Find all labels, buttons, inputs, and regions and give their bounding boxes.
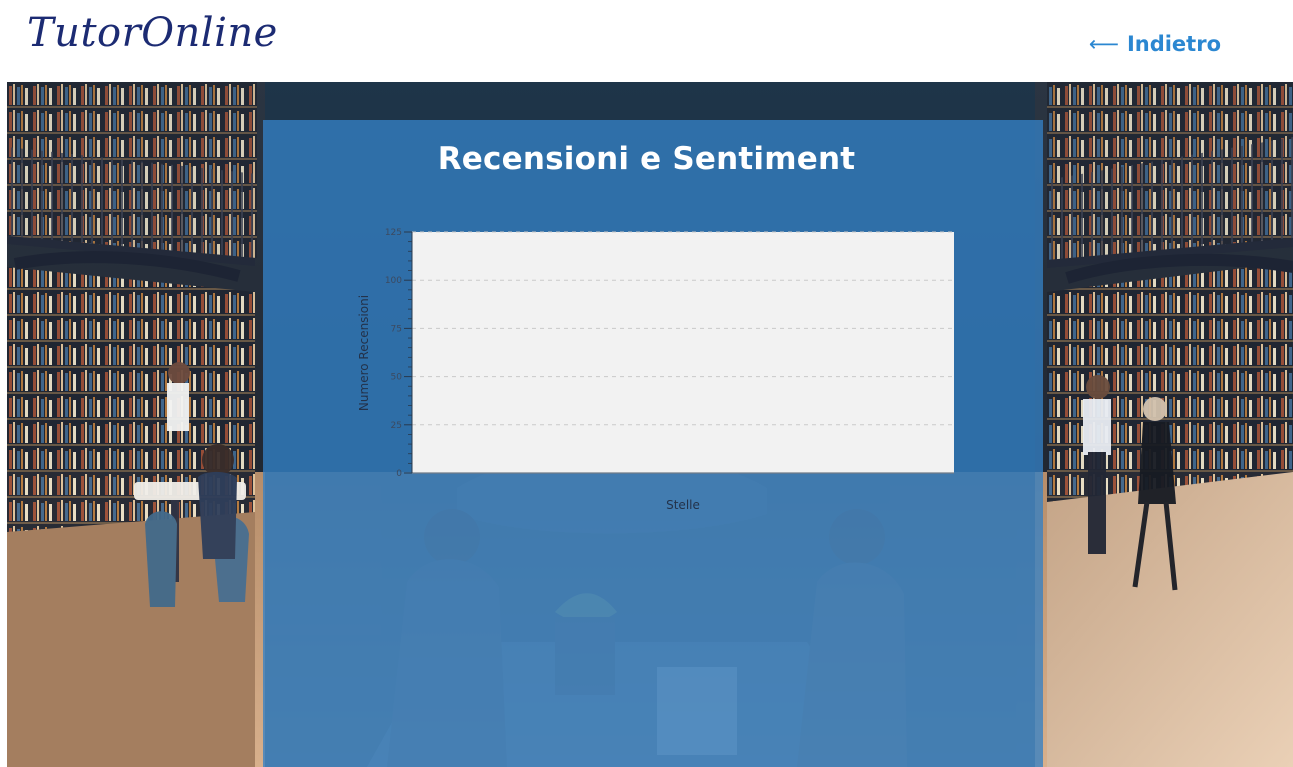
y-tick-label-0: 0 [396, 469, 402, 479]
y-tick-label-125: 125 [385, 228, 402, 238]
brand-logo: TutorOnline [27, 10, 278, 56]
back-label: Indietro [1126, 32, 1221, 56]
top-bar: TutorOnline ⟵ Indietro [0, 0, 1293, 82]
y-tick-label-75: 75 [391, 324, 402, 334]
y-tick-label-100: 100 [385, 276, 402, 286]
back-arrow-icon: ⟵ [1088, 32, 1119, 56]
y-axis-label: Numero Recensioni [357, 295, 371, 411]
x-axis-label: Stelle [666, 498, 700, 512]
chart-plot-area [412, 232, 954, 473]
y-tick-label-50: 50 [391, 373, 403, 383]
reviews-bar-chart: 0 25 50 75 100 125 Numero Recensioni Stelle [357, 228, 954, 512]
panel-title: Recensioni e Sentiment [437, 141, 856, 177]
back-button[interactable]: ⟵ Indietro [1089, 32, 1221, 56]
y-tick-label-25: 25 [391, 421, 402, 431]
chart-y-ticks: 0 25 50 75 100 125 [385, 228, 413, 479]
page: TutorOnline ⟵ Indietro Recensioni e Sent… [0, 0, 1293, 767]
